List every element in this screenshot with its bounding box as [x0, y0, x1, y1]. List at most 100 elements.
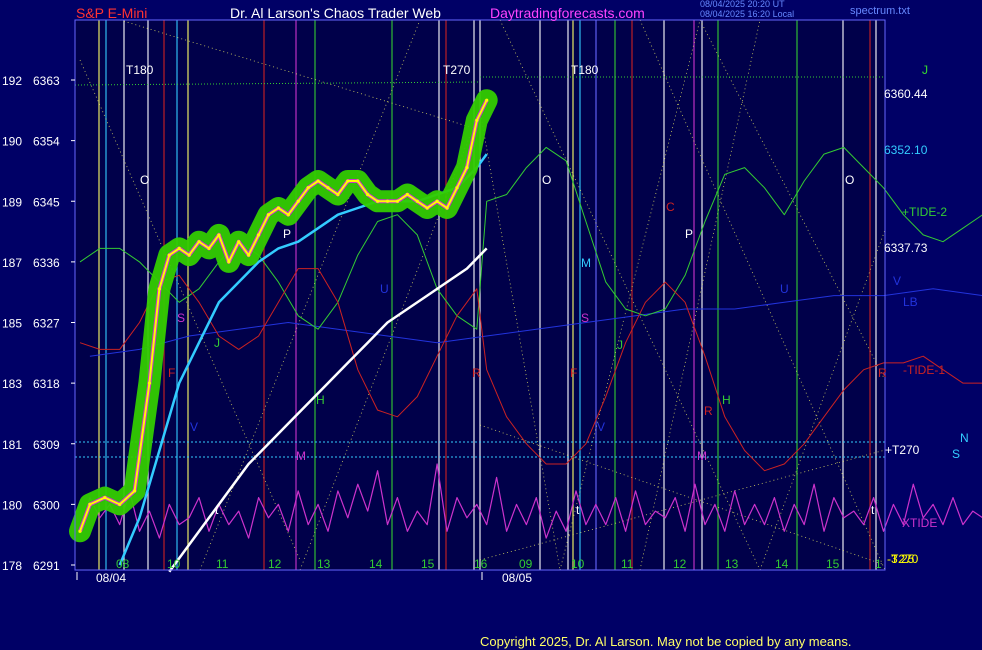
x-tick-hour: 13 — [725, 557, 739, 571]
cycle-label: V — [597, 420, 605, 434]
x-date-label: 08/05 — [502, 571, 532, 585]
cycle-label: F — [570, 366, 577, 380]
site-link[interactable]: Daytradingforecasts.com — [490, 4, 645, 22]
cycle-label: C — [666, 200, 675, 214]
price-point — [217, 233, 221, 237]
right-label: V — [893, 274, 901, 288]
price-point — [455, 186, 459, 190]
price-point — [376, 199, 380, 203]
price-point — [247, 253, 251, 257]
y-tick-price: 6345 — [33, 195, 60, 209]
price-point — [227, 260, 231, 264]
x-tick-hour: 10 — [571, 557, 585, 571]
cycle-label: U — [380, 282, 389, 296]
right-label: +TIDE-2 — [902, 205, 947, 219]
cycle-label: O — [140, 173, 149, 187]
x-tick-hour: 09 — [519, 557, 533, 571]
cycle-label: M — [697, 449, 707, 463]
y-tick-degree: 192 — [2, 74, 22, 88]
price-point — [88, 502, 92, 506]
y-tick-price: 6354 — [33, 135, 60, 149]
right-label: S — [952, 447, 960, 461]
price-point — [147, 381, 152, 385]
y-axis: 192 6363 190 6354 189 6345 187 6336 185 6327 183 63… — [2, 74, 75, 573]
x-tick-hour: 12 — [673, 557, 687, 571]
price-point — [385, 199, 390, 203]
cycle-label: J — [214, 336, 220, 350]
cycle-label: S — [581, 311, 589, 325]
y-tick-price: 6336 — [33, 256, 60, 270]
cycle-label: R — [472, 366, 481, 380]
price-point — [207, 246, 211, 251]
cycle-label: T180 — [571, 63, 599, 77]
right-label: N — [960, 431, 969, 445]
price-point — [237, 240, 241, 244]
right-label: J — [922, 63, 928, 77]
right-label: XTIDE — [902, 516, 937, 530]
cycle-label: U — [780, 282, 789, 296]
right-label: 6337.73 — [884, 241, 928, 255]
chart-title: Dr. Al Larson's Chaos Trader Web — [230, 5, 441, 21]
price-point — [445, 206, 449, 210]
cycle-label: H — [722, 393, 731, 407]
price-point — [177, 246, 181, 251]
y-tick-price: 6300 — [33, 498, 60, 512]
y-tick-degree: 178 — [2, 559, 22, 573]
price-point — [296, 199, 300, 203]
y-tick-price: 6309 — [33, 438, 60, 452]
price-point — [286, 213, 290, 217]
x-tick-hour: 16 — [474, 557, 488, 571]
cycle-label: J — [617, 338, 623, 352]
cycle-label: T180 — [126, 63, 154, 77]
cycle-label: T270 — [443, 63, 471, 77]
right-label: -TIDE-1 — [903, 363, 945, 377]
price-point — [356, 179, 360, 183]
y-tick-price: 6363 — [33, 74, 60, 88]
price-point — [187, 253, 191, 257]
price-point — [336, 192, 340, 197]
x-tick-hour: 13 — [317, 557, 331, 571]
price-point — [78, 529, 82, 533]
cycle-label: P — [685, 227, 693, 241]
price-point — [346, 179, 350, 183]
y-tick-degree: 190 — [2, 135, 22, 149]
cycle-label: R — [704, 404, 713, 418]
right-label: +T270 — [885, 443, 920, 457]
right-label: 6360.44 — [884, 87, 928, 101]
price-point — [475, 118, 479, 123]
y-tick-price: 6291 — [33, 559, 60, 573]
x-tick-hour: 11 — [621, 557, 634, 571]
x-date-label: 08/04 — [96, 571, 126, 585]
cycle-label: S — [177, 311, 185, 325]
y-tick-degree: 183 — [2, 377, 22, 391]
x-tick-hour: 10 — [167, 557, 181, 571]
right-label: LB — [903, 295, 918, 309]
timestamp-local: 08/04/2025 16:20 Local — [700, 9, 795, 19]
price-point — [197, 240, 201, 244]
price-point — [266, 213, 271, 217]
cycle-label: O — [845, 173, 854, 187]
price-point — [326, 186, 330, 190]
cycle-label: R — [878, 366, 887, 380]
right-label: -3.25 — [887, 552, 915, 566]
cycle-label: H — [316, 393, 325, 407]
x-tick-hour: 14 — [775, 557, 789, 571]
x-tick-hour: 15 — [826, 557, 840, 571]
cycle-label: M — [581, 256, 591, 270]
y-tick-degree: 185 — [2, 317, 22, 331]
x-tick-hour: 1 — [875, 557, 882, 571]
price-point — [415, 199, 419, 203]
cycle-label: M — [296, 449, 306, 463]
x-tick-hour: 08 — [116, 557, 130, 571]
price-point — [395, 199, 400, 203]
price-point — [425, 206, 429, 210]
timestamp-utc: 08/04/2025 20:20 UT — [700, 0, 785, 9]
price-point — [103, 496, 107, 500]
y-tick-price: 6327 — [33, 317, 60, 331]
price-point — [167, 253, 171, 257]
price-point — [157, 287, 161, 291]
chart-area: 192 6363 190 6354 189 6345 187 6336 185 6327 183 63… — [2, 19, 982, 585]
cycle-label: V — [190, 420, 198, 434]
price-point — [306, 186, 310, 190]
instrument-title: S&P E-Mini — [76, 5, 148, 21]
